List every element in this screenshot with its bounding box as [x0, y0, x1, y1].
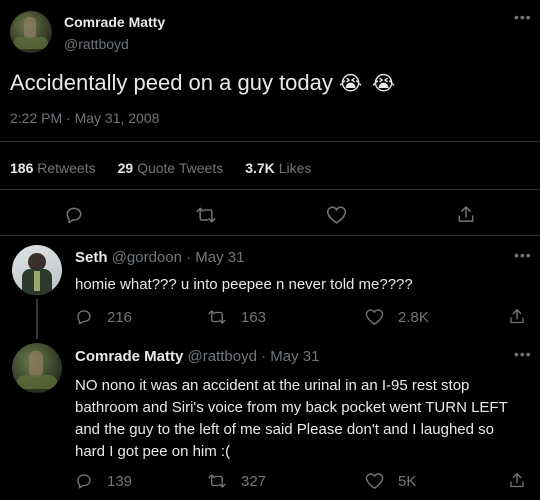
- quotes-label: Quote Tweets: [137, 160, 224, 176]
- share-icon[interactable]: [508, 307, 526, 326]
- author-avatar[interactable]: [10, 11, 52, 53]
- likes-count: 3.7K: [245, 160, 275, 176]
- reply-avatar[interactable]: [12, 245, 62, 295]
- reply-author-name[interactable]: Seth: [75, 249, 108, 266]
- divider: [0, 235, 540, 236]
- retweet-icon: [207, 308, 227, 326]
- author-name[interactable]: Comrade Matty: [64, 14, 165, 30]
- retweet-action[interactable]: 327: [207, 472, 266, 490]
- retweet-action[interactable]: 163: [207, 308, 266, 326]
- retweets-label: Retweets: [37, 160, 96, 176]
- like-count: 5K: [398, 472, 417, 490]
- quotes-count: 29: [117, 160, 134, 176]
- tweet-text: Accidentally peed on a guy today: [10, 70, 333, 95]
- like-icon: [365, 472, 384, 490]
- more-options-icon[interactable]: •••: [514, 248, 532, 262]
- like-count: 2.8K: [398, 308, 429, 326]
- retweets-count: 186: [10, 160, 34, 176]
- reply-text: homie what??? u into peepee n never told…: [75, 276, 413, 293]
- reply-count: 139: [107, 472, 133, 490]
- sob-emoji-icon: 😭 😭: [338, 72, 398, 95]
- thread-connector: [36, 299, 38, 339]
- retweets-stat[interactable]: 186 Retweets: [10, 160, 96, 176]
- reply-action[interactable]: 216: [75, 308, 132, 326]
- reply-icon[interactable]: [64, 205, 84, 225]
- like-icon: [365, 308, 384, 326]
- reply-author-handle[interactable]: @rattboyd: [188, 348, 257, 365]
- tweet-timestamp[interactable]: 2:22 PM · May 31, 2008: [10, 110, 159, 126]
- more-options-icon[interactable]: •••: [514, 10, 532, 24]
- more-options-icon[interactable]: •••: [514, 347, 532, 361]
- like-action[interactable]: 2.8K: [365, 308, 429, 326]
- retweet-icon[interactable]: [195, 205, 217, 225]
- quote-tweets-stat[interactable]: 29 Quote Tweets: [118, 160, 224, 176]
- divider: [0, 141, 540, 142]
- reply-icon: [75, 308, 93, 326]
- likes-label: Likes: [278, 160, 312, 176]
- reply-avatar[interactable]: [12, 343, 62, 393]
- reply-count: 216: [107, 308, 133, 326]
- reply-author-handle[interactable]: @gordoon: [112, 249, 182, 266]
- share-icon[interactable]: [456, 204, 476, 225]
- stats-row: 186 Retweets 29 Quote Tweets 3.7K Likes: [10, 160, 311, 176]
- retweet-count: 327: [241, 472, 267, 490]
- like-icon[interactable]: [326, 205, 347, 225]
- reply-action[interactable]: 139: [75, 472, 132, 490]
- likes-stat[interactable]: 3.7K Likes: [245, 160, 311, 176]
- author-handle[interactable]: @rattboyd: [64, 36, 129, 52]
- share-icon[interactable]: [508, 471, 526, 490]
- reply-icon: [75, 472, 93, 490]
- reply-text: NO nono it was an accident at the urinal…: [75, 377, 508, 460]
- divider: [0, 189, 540, 190]
- like-action[interactable]: 5K: [365, 472, 416, 490]
- reply-author-name[interactable]: Comrade Matty: [75, 348, 183, 365]
- retweet-icon: [207, 472, 227, 490]
- reply-header: Seth @gordoon · May 31: [75, 249, 245, 266]
- reply-header: Comrade Matty @rattboyd · May 31: [75, 348, 320, 365]
- retweet-count: 163: [241, 308, 267, 326]
- tweet-text-row: Accidentally peed on a guy today 😭 😭: [10, 70, 397, 96]
- reply-date[interactable]: · May 31: [261, 348, 319, 365]
- reply-date[interactable]: · May 31: [186, 249, 244, 266]
